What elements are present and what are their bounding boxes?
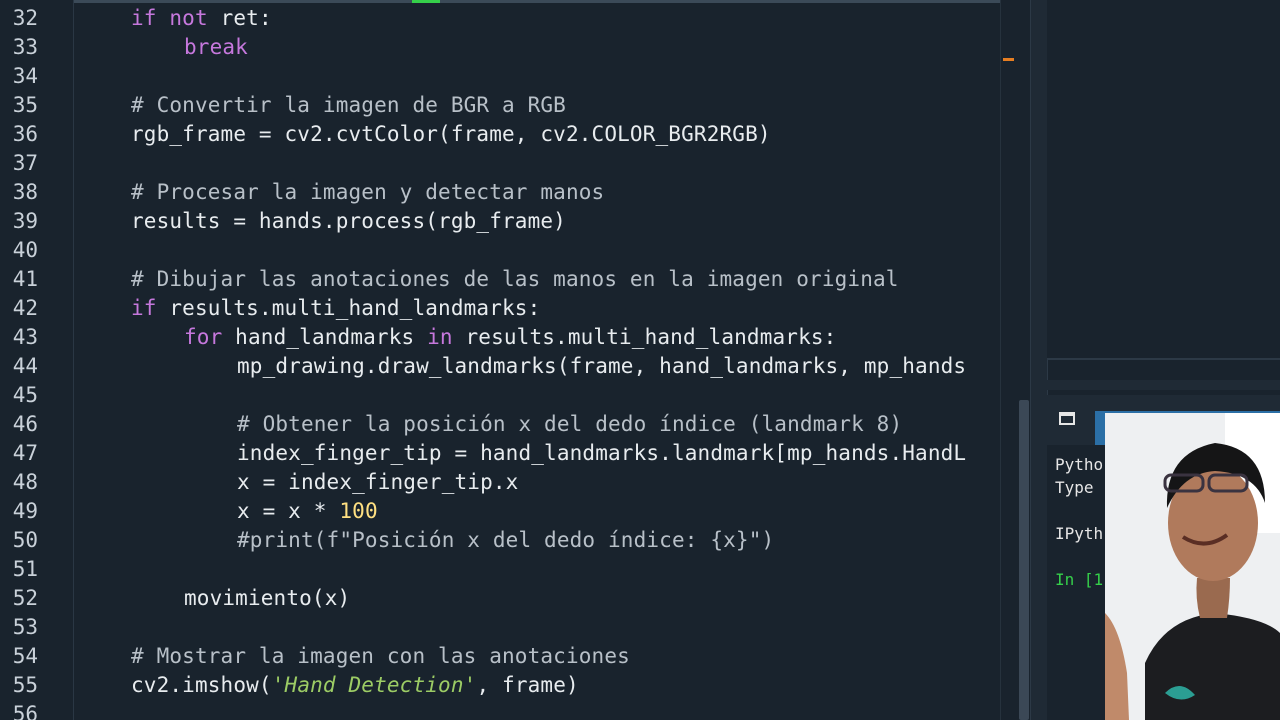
code-line[interactable]: if results.multi_hand_landmarks: xyxy=(131,294,540,323)
code-line[interactable]: cv2.imshow('Hand Detection', frame) xyxy=(131,671,579,700)
code-line[interactable]: if not ret: xyxy=(131,4,272,33)
line-number: 36 xyxy=(12,122,38,146)
pane-separator xyxy=(1047,380,1280,390)
code-line[interactable]: results = hands.process(rgb_frame) xyxy=(131,207,566,236)
line-number: 44 xyxy=(12,354,38,378)
gutter-divider xyxy=(73,0,74,720)
side-pane-top xyxy=(1047,0,1280,360)
editor-top-border xyxy=(74,0,1000,3)
code-token: # Mostrar la imagen con las anotaciones xyxy=(131,644,630,668)
line-number: 43 xyxy=(12,325,38,349)
line-number-gutter: 32 33 34 35 36 37 38 39 40 41 42 43 44 45 46 47 48 49 50 51… xyxy=(0,0,72,720)
line-number: 55 xyxy=(12,673,38,697)
console-line: Type xyxy=(1055,478,1104,497)
code-token: for xyxy=(184,325,223,349)
code-token: results.multi_hand_landmarks: xyxy=(452,325,837,349)
code-line[interactable]: # Obtener la posición x del dedo índice … xyxy=(237,410,902,439)
pane-splitter[interactable] xyxy=(1030,0,1048,720)
line-number: 54 xyxy=(12,644,38,668)
code-line[interactable]: #print(f"Posición x del dedo índice: {x}… xyxy=(237,526,774,555)
code-token: rgb_frame = cv2.cvtColor(frame, cv2.COLO… xyxy=(131,122,771,146)
code-line[interactable]: break xyxy=(184,33,248,62)
code-token: #print(f"Posición x del dedo índice: {x}… xyxy=(237,528,775,552)
line-number: 50 xyxy=(12,528,38,552)
code-token: 100 xyxy=(339,499,378,523)
code-token: hand_landmarks xyxy=(222,325,428,349)
code-line[interactable]: # Convertir la imagen de BGR a RGB xyxy=(131,91,566,120)
person-neck xyxy=(1196,578,1230,618)
code-token: # Convertir la imagen de BGR a RGB xyxy=(131,93,566,117)
cursor-highlight xyxy=(412,0,440,3)
code-token: break xyxy=(184,35,248,59)
line-number: 53 xyxy=(12,615,38,639)
line-number: 33 xyxy=(12,35,38,59)
code-line[interactable]: for hand_landmarks in results.multi_hand… xyxy=(184,323,836,352)
line-number: 41 xyxy=(12,267,38,291)
code-token: movimiento(x) xyxy=(184,586,351,610)
line-number: 39 xyxy=(12,209,38,233)
code-token: , frame) xyxy=(476,673,579,697)
code-token: # Obtener la posición x del dedo índice … xyxy=(237,412,903,436)
line-number: 45 xyxy=(12,383,38,407)
line-number: 52 xyxy=(12,586,38,610)
webcam-overlay xyxy=(1105,413,1280,720)
editor-scrollbar[interactable] xyxy=(1000,0,1019,720)
console-line: Pytho xyxy=(1055,455,1104,474)
code-line[interactable]: rgb_frame = cv2.cvtColor(frame, cv2.COLO… xyxy=(131,120,771,149)
code-token: x = x * xyxy=(237,499,340,523)
code-token: ret: xyxy=(207,6,272,30)
line-number: 51 xyxy=(12,557,38,581)
code-token: in xyxy=(427,325,453,349)
console-window-icon[interactable] xyxy=(1059,412,1075,425)
line-number: 42 xyxy=(12,296,38,320)
code-token: if xyxy=(131,6,157,30)
code-token: # Dibujar las anotaciones de las manos e… xyxy=(131,267,899,291)
code-token: index_finger_tip = hand_landmarks.landma… xyxy=(237,441,967,465)
code-token: cv2.imshow( xyxy=(131,673,272,697)
line-number: 34 xyxy=(12,64,38,88)
line-number: 56 xyxy=(12,702,38,720)
console-line: In [1 xyxy=(1055,570,1104,589)
code-line[interactable]: # Procesar la imagen y detectar manos xyxy=(131,178,604,207)
code-token: results.multi_hand_landmarks: xyxy=(156,296,541,320)
code-line[interactable]: index_finger_tip = hand_landmarks.landma… xyxy=(237,439,966,468)
scrollbar-warning-marker xyxy=(1003,58,1014,61)
code-line[interactable]: x = index_finger_tip.x xyxy=(237,468,518,497)
code-token: # Procesar la imagen y detectar manos xyxy=(131,180,605,204)
line-number: 37 xyxy=(12,151,38,175)
line-number: 32 xyxy=(12,6,38,30)
line-number: 49 xyxy=(12,499,38,523)
line-number: 35 xyxy=(12,93,38,117)
code-token: not xyxy=(169,6,208,30)
code-token: mp_drawing.draw_landmarks(frame, hand_la… xyxy=(237,354,967,378)
code-line[interactable]: x = x * 100 xyxy=(237,497,378,526)
code-token: if xyxy=(131,296,157,320)
code-line[interactable]: mp_drawing.draw_landmarks(frame, hand_la… xyxy=(237,352,966,381)
code-line[interactable]: # Mostrar la imagen con las anotaciones xyxy=(131,642,630,671)
code-line[interactable]: # Dibujar las anotaciones de las manos e… xyxy=(131,265,899,294)
code-token: 'Hand Detection' xyxy=(271,673,477,697)
console-line: IPyth xyxy=(1055,524,1104,543)
line-number: 40 xyxy=(12,238,38,262)
line-number: 38 xyxy=(12,180,38,204)
line-number: 48 xyxy=(12,470,38,494)
line-number: 47 xyxy=(12,441,38,465)
code-token: x = index_finger_tip.x xyxy=(237,470,519,494)
code-line[interactable]: movimiento(x) xyxy=(184,584,350,613)
code-editor[interactable]: 32 33 34 35 36 37 38 39 40 41 42 43 44 45 46 47 48 49 50 51… xyxy=(0,0,1000,720)
scrollbar-thumb[interactable] xyxy=(1019,400,1029,720)
code-token: results = hands.process(rgb_frame) xyxy=(131,209,566,233)
line-number: 46 xyxy=(12,412,38,436)
